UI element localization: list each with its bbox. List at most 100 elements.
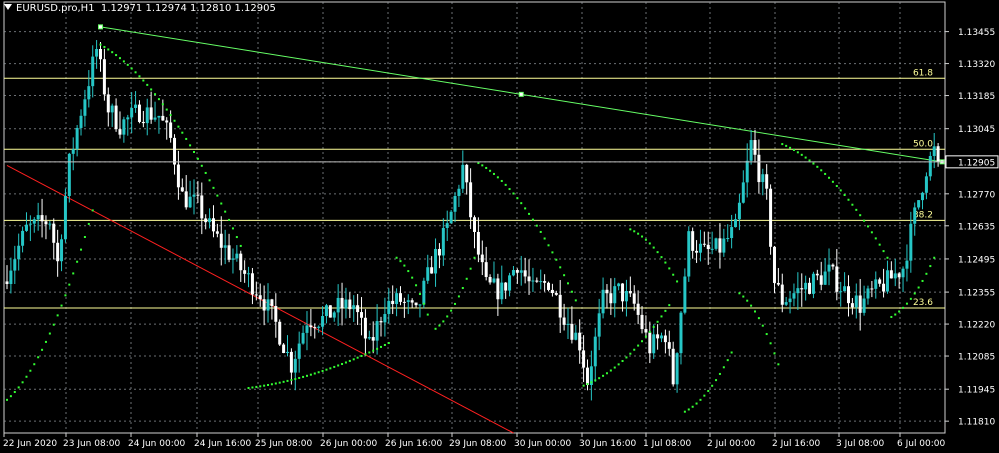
candle-body [457, 188, 461, 197]
psar-dot [91, 209, 94, 212]
psar-dot [882, 250, 885, 253]
chart-window[interactable]: 61.8 50.0 38.2 23.6 1.13455 1.13320 1.13185 1.… [0, 0, 999, 453]
fib-level-label: 23.6 [913, 298, 933, 308]
candle-body [897, 273, 901, 278]
candle-body [531, 280, 535, 282]
psar-dot [457, 295, 460, 298]
psar-dot [855, 208, 858, 211]
candle-body [204, 218, 208, 223]
candle-body [683, 276, 687, 313]
candle-body [566, 323, 570, 325]
candle-body [379, 321, 383, 323]
candle-body [722, 238, 726, 253]
candle-body [344, 299, 348, 309]
price-tick-label: 1.11945 [958, 386, 995, 396]
candle-body [63, 195, 67, 240]
candle-body [99, 48, 102, 60]
psar-dot [181, 131, 184, 134]
psar-dot [812, 162, 815, 165]
candle-body [550, 289, 554, 294]
psar-dot [921, 279, 924, 282]
candle-body [882, 283, 886, 292]
candle-body [395, 293, 399, 305]
psar-dot [574, 299, 577, 302]
candle-body [410, 300, 414, 303]
psar-dot [535, 224, 538, 227]
psar-dot [886, 256, 889, 259]
candle-body [698, 243, 702, 253]
candle-body [352, 305, 356, 310]
candle-body [24, 224, 28, 231]
psar-dot [83, 236, 86, 239]
candle-body [437, 248, 441, 256]
psar-dot [730, 351, 733, 354]
fibonacci-retracement[interactable]: 61.850.038.223.6 [4, 68, 945, 309]
candle-body [663, 335, 667, 343]
candle-body [219, 233, 223, 248]
candle-body [850, 303, 854, 308]
psar-dot [395, 256, 398, 259]
dropdown-arrow-icon[interactable] [4, 4, 12, 10]
price-chart[interactable]: 61.850.038.223.6 1.134551.133201.131851.… [0, 0, 999, 453]
trendline-handle[interactable] [518, 91, 524, 97]
candle-body [239, 253, 243, 271]
candle-body [601, 289, 605, 314]
symbol-header[interactable]: EURUSD.pro,H1 1.12971 1.12974 1.12810 1.… [4, 3, 276, 14]
psar-dot [664, 261, 667, 264]
candle-body [636, 303, 640, 315]
psar-dot [309, 373, 312, 376]
candle-body [122, 119, 126, 135]
psar-dot [473, 256, 476, 259]
psar-dot [376, 347, 379, 350]
candle-body [523, 270, 527, 277]
candle-body [79, 115, 83, 128]
candle-body [56, 242, 60, 262]
candle-body [749, 140, 753, 161]
candle-body [227, 245, 231, 260]
candle-body [804, 282, 808, 290]
candle-body [348, 299, 352, 310]
psar-dot [422, 302, 425, 305]
psar-dot [111, 51, 114, 54]
psar-dot [228, 218, 231, 221]
psar-dot [625, 356, 628, 359]
trendline-handle[interactable] [98, 24, 103, 30]
psar-dot [274, 382, 277, 385]
psar-dot [594, 379, 597, 382]
candle-body [356, 305, 360, 313]
candle-body [243, 270, 247, 274]
psar-dot [415, 284, 418, 287]
candle-body [149, 107, 153, 120]
psar-dot [750, 304, 753, 307]
candle-body [854, 295, 858, 308]
candle-body [632, 293, 636, 304]
psar-dot [337, 364, 340, 367]
psar-dot [804, 156, 807, 159]
psar-dot [890, 315, 893, 318]
psar-dot [664, 309, 667, 312]
price-tick-label: 1.13455 [958, 28, 995, 38]
candle-body [165, 120, 169, 123]
candle-body [95, 48, 99, 57]
candle-body [83, 99, 87, 116]
psar-dot [21, 381, 24, 384]
candle-body [473, 217, 476, 232]
psar-dot [270, 383, 273, 386]
candle-body [593, 336, 597, 367]
candle-body [278, 321, 282, 345]
candle-body [628, 290, 632, 294]
psar-dot [929, 265, 932, 268]
psar-dot [905, 302, 908, 305]
psar-dot [528, 212, 531, 215]
time-tick-label: 1 Jul 08:00 [643, 439, 692, 449]
price-tick-label: 1.13045 [958, 125, 995, 135]
psar-dot [691, 405, 694, 408]
psar-dot [146, 83, 149, 86]
psar-dot [157, 98, 160, 101]
candle-body [208, 218, 212, 223]
candle-body [539, 281, 543, 283]
psar-dot [130, 67, 133, 70]
psar-dot [185, 137, 188, 140]
psar-dot [660, 256, 663, 259]
psar-dot [235, 236, 238, 239]
